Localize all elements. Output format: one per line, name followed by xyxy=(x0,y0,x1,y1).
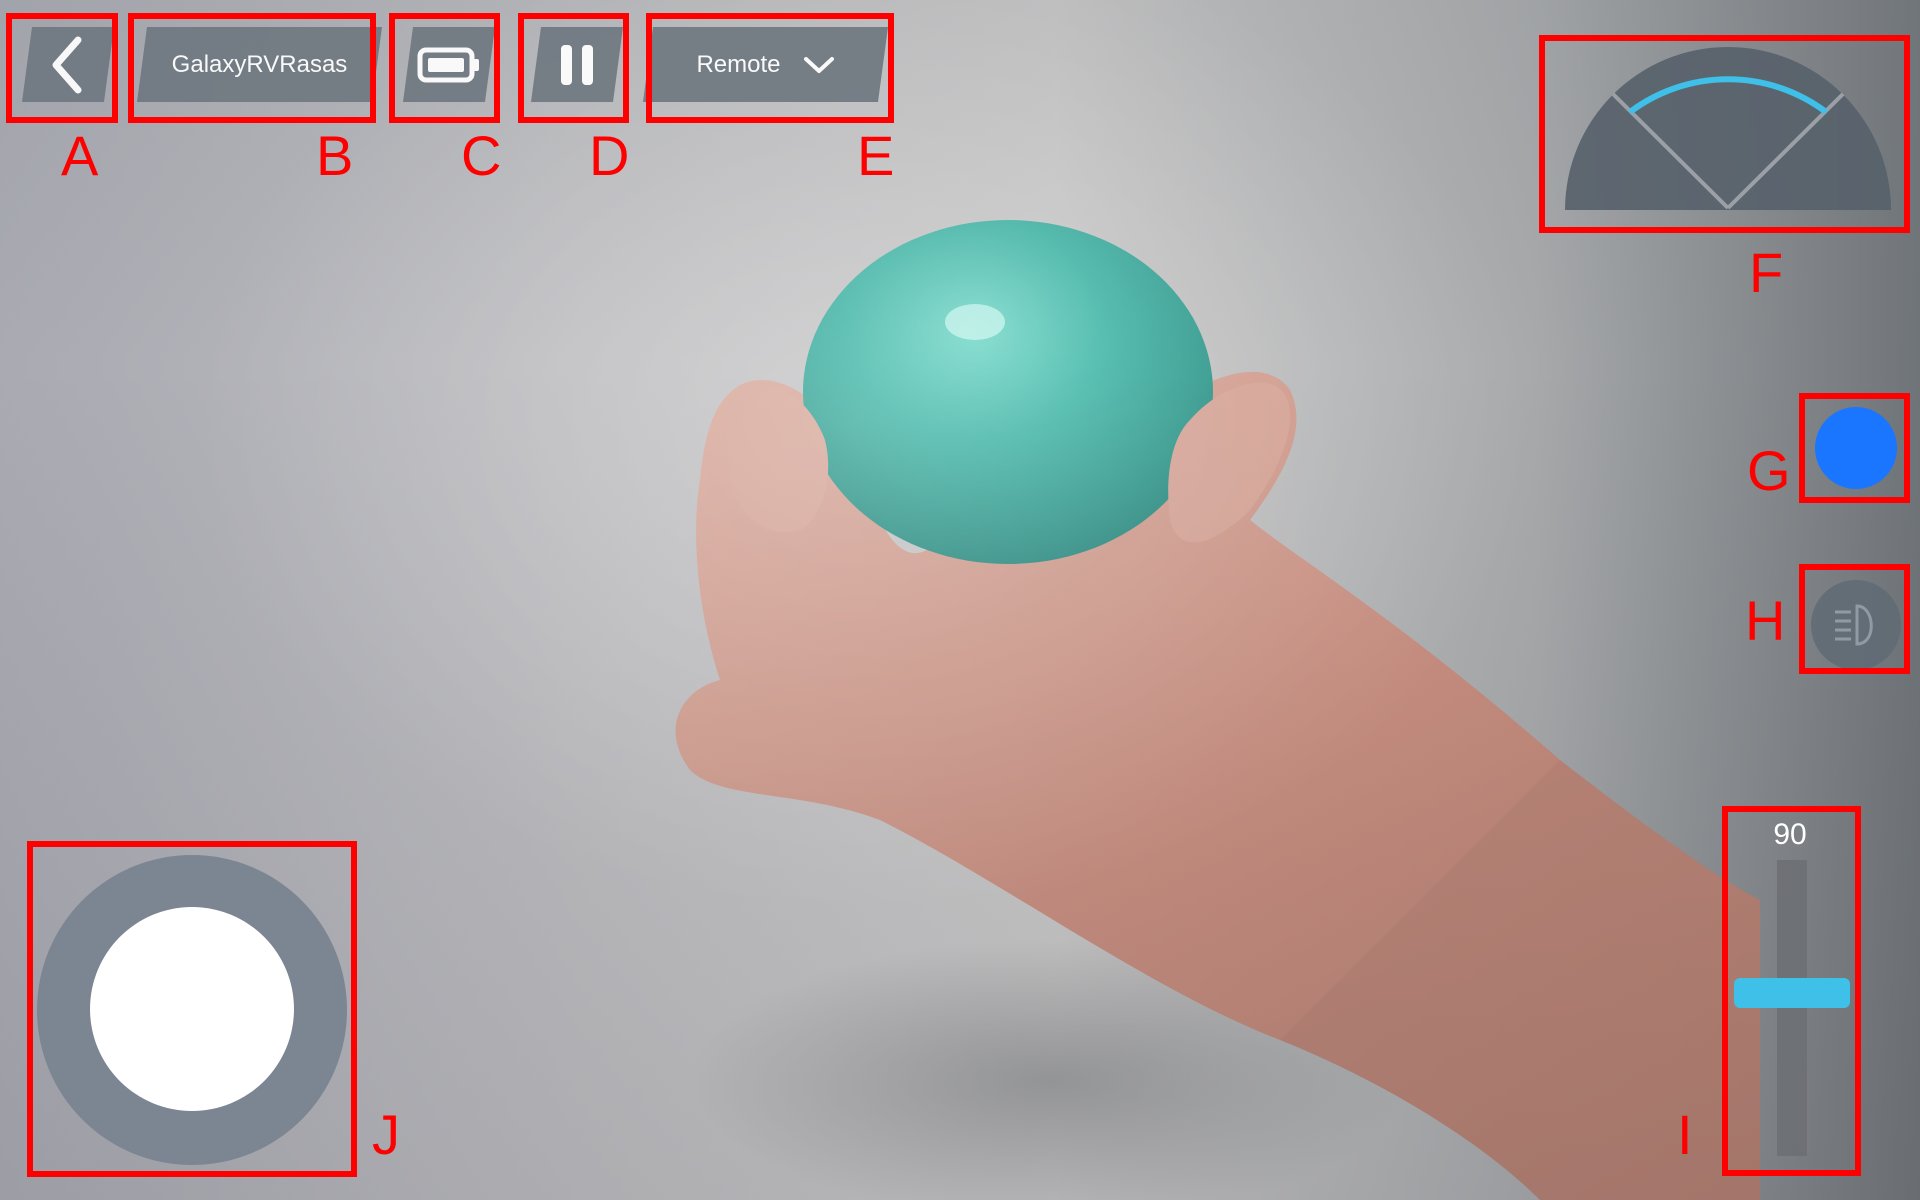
annotation-box-b xyxy=(128,13,376,123)
annotation-label-g: G xyxy=(1747,439,1791,502)
annotation-box-h xyxy=(1799,564,1910,674)
annotation-label-h: H xyxy=(1745,589,1786,652)
annotation-label-f: F xyxy=(1749,241,1784,304)
annotation-box-e xyxy=(646,13,894,123)
annotation-label-e: E xyxy=(857,124,895,187)
annotation-label-i: I xyxy=(1677,1103,1693,1166)
annotation-label-d: D xyxy=(589,124,630,187)
annotation-box-a xyxy=(6,13,118,123)
annotation-box-j xyxy=(27,841,357,1177)
annotation-label-j: J xyxy=(372,1103,400,1166)
annotation-box-f xyxy=(1539,35,1910,233)
annotation-box-c xyxy=(389,13,500,123)
annotation-label-b: B xyxy=(316,124,354,187)
annotation-label-a: A xyxy=(61,124,99,187)
annotation-box-i xyxy=(1722,806,1861,1176)
annotation-box-d xyxy=(518,13,629,123)
annotation-label-c: C xyxy=(461,124,502,187)
annotation-box-g xyxy=(1799,393,1910,503)
